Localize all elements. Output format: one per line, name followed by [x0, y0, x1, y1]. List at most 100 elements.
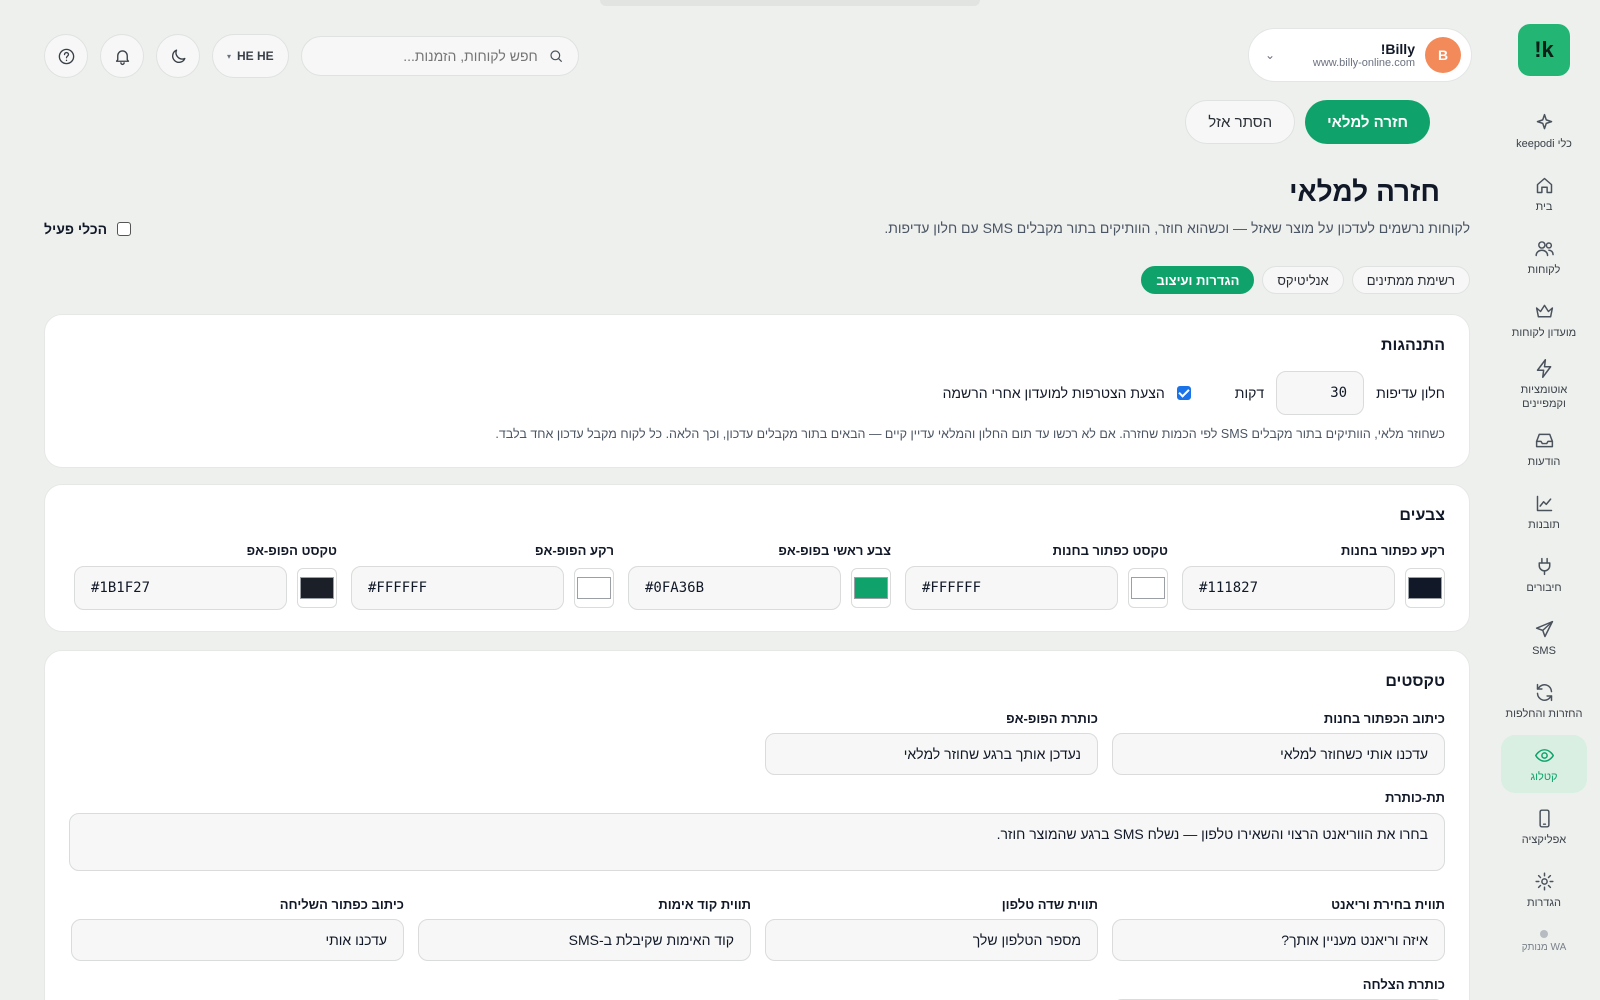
status-dot	[1540, 930, 1548, 938]
popup-title-input[interactable]: נעדכן אותך ברגע שחוזר למלאי	[765, 733, 1098, 775]
color-swatch[interactable]	[1405, 568, 1445, 608]
color-swatch[interactable]	[851, 568, 891, 608]
dark-mode-toggle[interactable]	[156, 34, 200, 78]
color-label: רקע כפתור בחנות	[1341, 543, 1445, 558]
account-switcher[interactable]: B Billy! www.billy-online.com ⌄	[1248, 28, 1472, 82]
tab-waitlist[interactable]: רשימת ממתינים	[1351, 266, 1470, 294]
variant-label: תווית בחירת וריאנט	[1331, 897, 1445, 912]
sidebar-item-automations[interactable]: אוטומציות וקמפיינים	[1501, 354, 1587, 415]
color-hex-input[interactable]: #FFFFFF	[351, 566, 564, 610]
help-button[interactable]	[44, 34, 88, 78]
colors-card: צבעים רקע כפתור בחנות #111827 טקסט כפתור…	[44, 484, 1470, 632]
topbar-tools: ▾ HE HE	[44, 34, 579, 78]
subtitle-textarea[interactable]: בחרו את הווריאנט הרצוי והשאירו טלפון — נ…	[69, 813, 1445, 871]
color-label: טקסט הפופ-אפ	[246, 543, 337, 558]
eye-icon	[1534, 748, 1554, 762]
color-hex-input[interactable]: #111827	[1182, 566, 1395, 610]
priority-window-input[interactable]: 30	[1276, 371, 1365, 415]
color-row: #0FA36B	[628, 566, 891, 610]
restock-button[interactable]: חזרה למלאי	[1305, 100, 1430, 144]
gear-icon	[1534, 871, 1554, 891]
color-field-store-button-bg: רקע כפתור בחנות #111827	[1182, 543, 1445, 610]
color-hex-input[interactable]: #0FA36B	[628, 566, 841, 610]
sidebar-item-messages[interactable]: הודעות	[1501, 420, 1587, 478]
sidebar-item-keepodi-tools[interactable]: כלי keepodi	[1501, 102, 1587, 160]
minutes-label: דקות	[1234, 385, 1265, 401]
color-row: #FFFFFF	[351, 566, 614, 610]
sidebar-item-label: הגדרות	[1526, 896, 1562, 909]
whatsapp-status-label: WA מנותק	[1521, 942, 1567, 953]
sidebar-item-label: תובנות	[1528, 518, 1560, 531]
tool-active-toggle[interactable]: הכלי פעיל	[44, 221, 132, 237]
search-input[interactable]	[337, 48, 538, 64]
behaviors-title: התנהגות	[1381, 337, 1445, 354]
color-field-popup-bg: רקע הפופ-אפ #FFFFFF	[351, 543, 614, 610]
sparkle-icon	[1536, 113, 1552, 129]
phone-icon	[1538, 808, 1550, 828]
sidebar-item-label: כלי keepodi	[1516, 137, 1572, 150]
color-swatch[interactable]	[297, 568, 337, 608]
home-icon	[1536, 177, 1552, 193]
sidebar: !k כלי keepodi בית לקוחות מועדון לקוחות …	[1488, 0, 1600, 1000]
app-logo[interactable]: !k	[1518, 24, 1570, 76]
sidebar-item-label: אוטומציות וקמפיינים	[1520, 384, 1568, 410]
sidebar-item-label: לקוחות	[1527, 263, 1561, 276]
store-button-text-label: כיתוב הכפתור בחנות	[1323, 711, 1445, 726]
search-box[interactable]	[300, 36, 579, 76]
color-row: #111827	[1182, 566, 1445, 610]
color-row: #1B1F27	[74, 566, 337, 610]
tab-settings-design[interactable]: הגדרות ועיצוב	[1141, 266, 1255, 294]
tab-analytics[interactable]: אנליטיקס	[1262, 266, 1344, 294]
sidebar-nav: כלי keepodi בית לקוחות מועדון לקוחות אוט…	[1488, 102, 1600, 953]
color-label: רקע הפופ-אפ	[535, 543, 614, 558]
sidebar-item-label: SMS	[1532, 644, 1556, 657]
sidebar-item-home[interactable]: בית	[1501, 165, 1587, 223]
sidebar-item-label: חיבורים	[1526, 581, 1562, 594]
variant-input[interactable]: איזה וריאנט מעניין אותך?	[1112, 919, 1445, 961]
sidebar-item-catalog[interactable]: קטלוג	[1501, 735, 1587, 793]
color-label: צבע ראשי בפופ-אפ	[778, 543, 891, 558]
sidebar-item-integrations[interactable]: חיבורים	[1501, 546, 1587, 604]
sidebar-item-customers[interactable]: לקוחות	[1501, 228, 1587, 286]
color-hex-input[interactable]: #FFFFFF	[905, 566, 1118, 610]
color-label: טקסט כפתור בחנות	[1052, 543, 1168, 558]
sidebar-item-app[interactable]: אפליקציה	[1501, 798, 1587, 856]
color-hex-input[interactable]: #1B1F27	[74, 566, 287, 610]
hide-sold-out-button[interactable]: הסתר אזל	[1185, 100, 1296, 144]
language-selector[interactable]: ▾ HE HE	[212, 34, 289, 78]
behaviors-card: התנהגות חלון עדיפות 30 דקות הצעת הצטרפות…	[44, 314, 1470, 468]
priority-window-row: חלון עדיפות 30 דקות הצעת הצטרפות למועדון…	[943, 371, 1445, 415]
bell-icon	[115, 49, 129, 65]
color-swatch-fill	[1131, 577, 1165, 599]
success-title-label: כותרת הצלחה	[1362, 977, 1445, 992]
priority-window-label: חלון עדיפות	[1376, 385, 1445, 401]
account-url: www.billy-online.com	[1312, 57, 1415, 69]
popup-title-label: כותרת הפופ-אפ	[1006, 711, 1098, 726]
inbox-icon	[1535, 433, 1553, 447]
search-icon	[550, 50, 562, 63]
code-input[interactable]: קוד האימות שקיבלת ב-SMS	[418, 919, 751, 961]
store-button-text-input[interactable]: עדכנו אותי כשחוזר למלאי	[1112, 733, 1445, 775]
sidebar-item-label: הודעות	[1527, 455, 1561, 468]
sidebar-item-returns[interactable]: החזרות והחלפות	[1501, 672, 1587, 730]
sidebar-item-settings[interactable]: הגדרות	[1501, 861, 1587, 919]
sidebar-item-loyalty-club[interactable]: מועדון לקוחות	[1501, 291, 1587, 349]
sidebar-item-sms[interactable]: SMS	[1501, 609, 1587, 667]
moon-icon	[171, 48, 186, 63]
chevron-down-icon: ▾	[227, 51, 232, 61]
color-swatch-fill	[1408, 577, 1442, 599]
avatar: B	[1425, 37, 1461, 73]
color-swatch[interactable]	[1128, 568, 1168, 608]
color-swatch[interactable]	[574, 568, 614, 608]
topbar: B Billy! www.billy-online.com ⌄ ▾ HE HE	[44, 28, 1472, 84]
club-offer-checkbox[interactable]	[1176, 386, 1191, 400]
plug-icon	[1538, 557, 1550, 575]
colors-grid: רקע כפתור בחנות #111827 טקסט כפתור בחנות…	[69, 543, 1445, 610]
language-label: HE HE	[237, 49, 274, 63]
sidebar-item-insights[interactable]: תובנות	[1501, 483, 1587, 541]
phone-input[interactable]: מספר הטלפון שלך	[765, 919, 1098, 961]
tool-active-checkbox[interactable]	[117, 222, 132, 236]
notifications-button[interactable]	[100, 34, 144, 78]
account-name: Billy!	[1380, 41, 1415, 57]
submit-input[interactable]: עדכנו אותי	[71, 919, 404, 961]
